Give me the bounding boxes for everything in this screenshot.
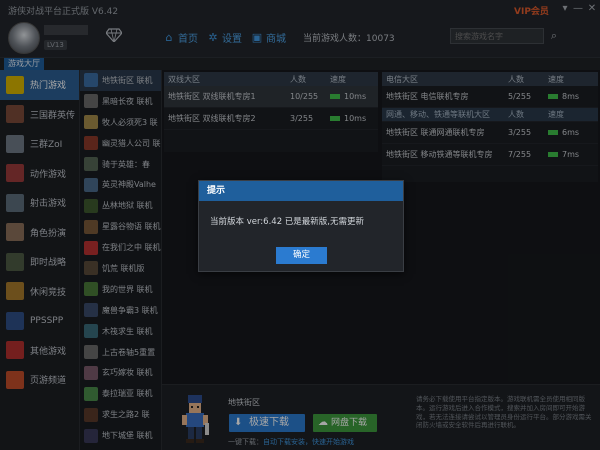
app-window: 游侠对战平台正式版 V6.42 VIP会员 ▾ — ✕ LV13 ⌂ 首页 ✲ … xyxy=(0,0,600,450)
ok-button[interactable]: 确定 xyxy=(276,247,327,264)
dialog-message: 当前版本 ver:6.42 已是最新版,无需更新 xyxy=(210,217,365,227)
dialog-title: 提示 xyxy=(199,181,403,201)
update-dialog: 提示 当前版本 ver:6.42 已是最新版,无需更新 确定 xyxy=(198,180,404,272)
